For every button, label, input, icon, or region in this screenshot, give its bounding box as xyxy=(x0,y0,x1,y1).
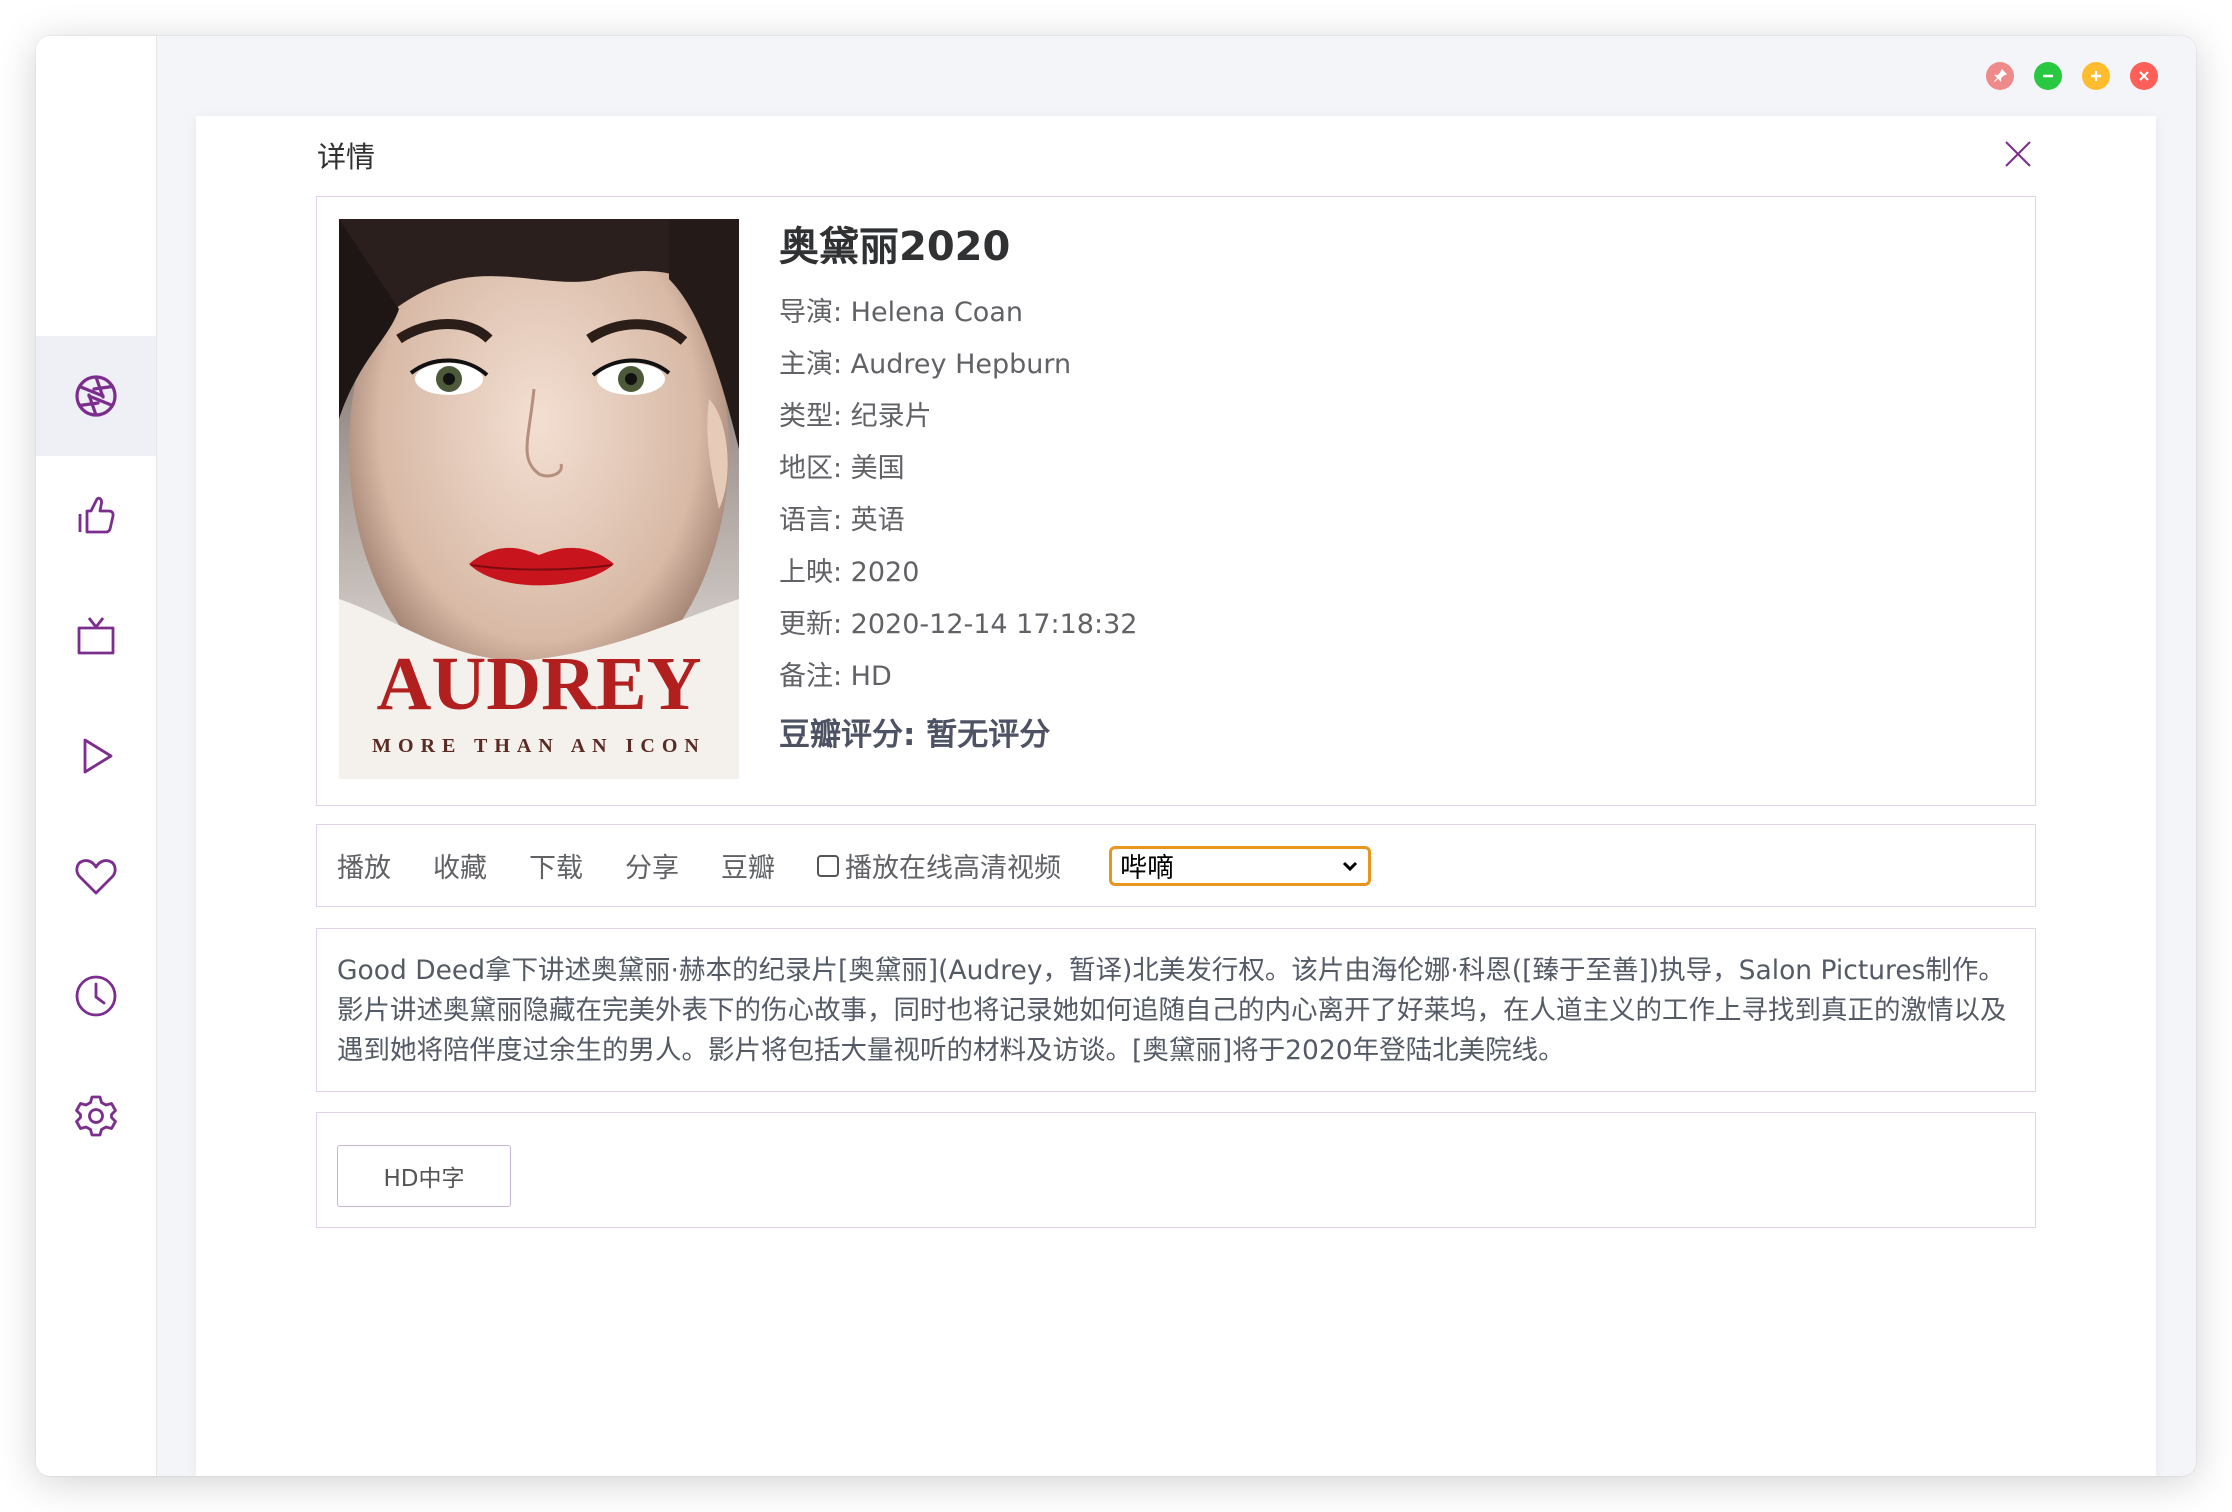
hd-checkbox[interactable] xyxy=(817,854,839,877)
download-button[interactable]: 下载 xyxy=(529,846,583,885)
aperture-icon xyxy=(75,375,117,417)
pin-icon xyxy=(1994,68,2008,82)
sidebar-item-recommend[interactable] xyxy=(36,456,156,576)
movie-info-card: AUDREY MORE THAN AN ICON 奥黛丽2020 导演: Hel… xyxy=(316,196,2036,806)
poster-tagline: MORE THAN AN ICON xyxy=(372,735,706,757)
poster-title: AUDREY xyxy=(376,642,701,726)
detail-dialog: 详情 AUDREY MORE THAN AN ICON 奥黛丽2020 导演: … xyxy=(196,116,2156,1476)
minus-icon xyxy=(2043,74,2053,78)
poster-image: AUDREY MORE THAN AN ICON xyxy=(339,219,739,779)
source-select-value: 哔嘀 xyxy=(1120,853,1174,884)
close-window-button[interactable] xyxy=(2130,62,2158,90)
minimize-button[interactable] xyxy=(2034,62,2062,90)
sidebar-item-tv[interactable] xyxy=(36,576,156,696)
window-controls xyxy=(1986,62,2158,90)
episode-button[interactable]: HD中字 xyxy=(337,1145,511,1207)
douban-score: 豆瓣评分: 暂无评分 xyxy=(779,717,1051,753)
dialog-close-icon[interactable] xyxy=(1998,134,2038,174)
episode-card: HD中字 xyxy=(316,1112,2036,1228)
hd-checkbox-wrapper[interactable]: 播放在线高清视频 xyxy=(817,846,1061,885)
language-line: 语言: 英语 xyxy=(779,505,905,536)
genre-line: 类型: 纪录片 xyxy=(779,401,932,432)
chevron-down-icon xyxy=(1342,861,1358,871)
sidebar-item-history[interactable] xyxy=(36,936,156,1056)
action-bar: 播放 收藏 下载 分享 豆瓣 播放在线高清视频 哔嘀 xyxy=(316,824,2036,907)
director-line: 导演: Helena Coan xyxy=(779,297,1023,328)
plus-icon xyxy=(2091,71,2101,81)
app-window: 详情 AUDREY MORE THAN AN ICON 奥黛丽2020 导演: … xyxy=(36,36,2196,1476)
description-text: Good Deed拿下讲述奥黛丽·赫本的纪录片[奥黛丽](Audrey，暂译)北… xyxy=(337,955,2007,1066)
maximize-button[interactable] xyxy=(2082,62,2110,90)
close-icon xyxy=(2139,71,2149,81)
cast-line: 主演: Audrey Hepburn xyxy=(779,349,1072,380)
note-line: 备注: HD xyxy=(779,661,892,692)
sidebar-item-favorites[interactable] xyxy=(36,816,156,936)
sidebar-item-play[interactable] xyxy=(36,696,156,816)
release-line: 上映: 2020 xyxy=(779,557,920,588)
sidebar xyxy=(36,36,157,1476)
updated-line: 更新: 2020-12-14 17:18:32 xyxy=(779,609,1138,640)
douban-button[interactable]: 豆瓣 xyxy=(721,846,775,885)
movie-meta: 奥黛丽2020 导演: Helena Coan 主演: Audrey Hepbu… xyxy=(779,217,1137,761)
description-card: Good Deed拿下讲述奥黛丽·赫本的纪录片[奥黛丽](Audrey，暂译)北… xyxy=(316,928,2036,1092)
pin-button[interactable] xyxy=(1986,62,2014,90)
thumbs-up-icon xyxy=(78,496,115,534)
movie-poster: AUDREY MORE THAN AN ICON xyxy=(339,219,739,779)
share-button[interactable]: 分享 xyxy=(625,846,679,885)
settings-icon xyxy=(75,1095,117,1137)
play-icon xyxy=(83,738,113,774)
hd-checkbox-label: 播放在线高清视频 xyxy=(845,853,1061,884)
movie-title: 奥黛丽2020 xyxy=(779,224,1011,270)
clock-icon xyxy=(75,975,117,1017)
dialog-title: 详情 xyxy=(317,140,376,174)
sidebar-item-aperture[interactable] xyxy=(36,336,156,456)
sidebar-item-settings[interactable] xyxy=(36,1056,156,1176)
tv-icon xyxy=(77,617,115,655)
favorite-button[interactable]: 收藏 xyxy=(433,846,487,885)
source-select[interactable]: 哔嘀 xyxy=(1109,845,1371,886)
heart-icon xyxy=(75,859,117,895)
play-button[interactable]: 播放 xyxy=(337,846,391,885)
region-line: 地区: 美国 xyxy=(779,453,905,484)
